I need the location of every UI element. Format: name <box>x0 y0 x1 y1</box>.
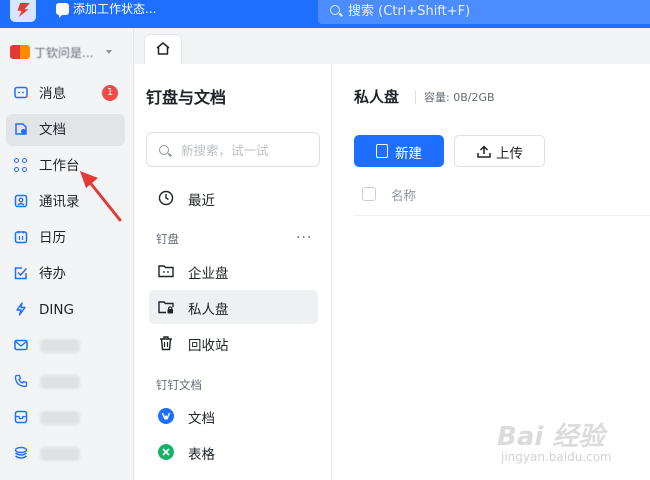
sidebar-item-mail[interactable] <box>6 330 125 362</box>
trash-icon <box>160 336 172 351</box>
docs-item-label: 表格 <box>188 447 215 463</box>
sidebar-item-contacts[interactable]: 通讯录 <box>6 186 125 218</box>
sidebar-item-label: 日历 <box>39 230 66 246</box>
docs-item-label: 企业盘 <box>188 266 229 282</box>
docs-item-label: 私人盘 <box>188 302 229 318</box>
mail-icon <box>14 339 28 351</box>
column-header-name[interactable]: 名称 <box>391 185 416 204</box>
sidebar-item-box[interactable] <box>6 402 125 434</box>
sidebar-item-ding[interactable]: DING <box>6 294 125 326</box>
docs-item-doc[interactable]: 文档 <box>149 399 318 433</box>
phone-icon <box>14 374 28 388</box>
docs-item-recent[interactable]: 最近 <box>149 181 318 215</box>
lightning-icon <box>16 302 26 316</box>
blurred-label <box>40 447 80 461</box>
blurred-label <box>40 339 80 353</box>
docs-item-private[interactable]: 私人盘 <box>149 290 318 324</box>
sidebar-item-label: 文档 <box>39 122 66 138</box>
docs-item-sheet[interactable]: 表格 <box>149 435 318 469</box>
box-icon <box>14 410 28 424</box>
section-header-docs: 钉钉文档 <box>156 378 202 392</box>
sidebar-item-calendar[interactable]: 日历 <box>6 222 125 254</box>
docs-item-enterprise[interactable]: 企业盘 <box>149 254 318 288</box>
clock-icon <box>158 190 174 206</box>
org-switcher[interactable]: 丁钦问是... <box>10 42 125 64</box>
document-icon <box>15 123 27 135</box>
tab-bar <box>134 28 650 64</box>
sidebar-item-label: 待办 <box>39 266 66 282</box>
blurred-label <box>40 411 80 425</box>
new-button-label: 新建 <box>395 146 422 162</box>
sidebar-item-label: 消息 <box>39 86 66 102</box>
chat-bubble-icon[interactable] <box>56 3 69 18</box>
title-divider <box>415 90 416 104</box>
global-search-input[interactable] <box>348 1 638 21</box>
message-icon <box>14 86 28 99</box>
sidebar-item-todo[interactable]: 待办 <box>6 258 125 290</box>
blurred-label <box>40 375 80 389</box>
app-logo-icon[interactable] <box>10 0 36 22</box>
page-title: 私人盘 <box>354 88 400 106</box>
docs-item-label: 文档 <box>188 411 215 427</box>
work-status-button[interactable]: 添加工作状态... <box>73 1 156 17</box>
docs-item-label: 最近 <box>188 193 215 209</box>
file-list-header: 名称 <box>354 184 650 216</box>
chevron-down-icon <box>106 50 112 54</box>
new-file-icon <box>376 144 388 158</box>
sidebar-item-workbench[interactable]: 工作台 <box>6 150 125 182</box>
doc-app-icon <box>158 408 174 424</box>
private-folder-icon <box>158 301 174 314</box>
watermark: Bai 经验 jingyan.baidu.com <box>497 416 647 476</box>
global-search[interactable] <box>318 0 650 24</box>
home-icon <box>156 42 170 55</box>
panel-title: 钉盘与文档 <box>146 88 227 107</box>
search-icon <box>330 5 340 15</box>
sidebar-item-phone[interactable] <box>6 366 125 398</box>
docs-search[interactable] <box>146 132 320 167</box>
sidebar-item-docs[interactable]: 文档 <box>6 114 125 146</box>
sidebar-item-label: DING <box>39 302 74 318</box>
unread-badge: 1 <box>102 85 118 101</box>
sidebar-item-label: 通讯录 <box>39 194 80 210</box>
watermark-logo: Bai 经验 <box>497 422 605 452</box>
sidebar-item-layers[interactable] <box>6 438 125 470</box>
calendar-icon <box>14 231 28 244</box>
docs-search-input[interactable] <box>181 140 311 160</box>
watermark-url: jingyan.baidu.com <box>501 450 612 464</box>
section-header-pan: 钉盘 <box>156 232 179 246</box>
more-options-button[interactable]: ··· <box>296 230 312 246</box>
title-bar: 添加工作状态... <box>0 0 650 28</box>
sidebar-nav: 丁钦问是... 消息 1 文档 工作台 通讯录 日历 待办 DING <box>0 28 134 480</box>
upload-icon <box>477 145 491 158</box>
docs-item-label: 回收站 <box>188 338 229 354</box>
select-all-checkbox[interactable] <box>362 187 376 201</box>
storage-capacity: 容量: 0B/2GB <box>424 91 495 104</box>
contacts-icon <box>14 194 28 208</box>
new-button[interactable]: 新建 <box>354 135 444 167</box>
docs-panel: 钉盘与文档 最近 钉盘 ··· 企业盘 私人盘 回收站 钉钉文档 文档 表格 <box>134 64 332 480</box>
upload-button-label: 上传 <box>496 146 523 162</box>
sheet-app-icon <box>158 444 174 460</box>
grid-apps-icon <box>14 158 28 172</box>
sidebar-item-messages[interactable]: 消息 1 <box>6 78 125 110</box>
upload-button[interactable]: 上传 <box>454 135 545 167</box>
org-name: 丁钦问是... <box>34 46 94 60</box>
tab-home[interactable] <box>144 34 182 64</box>
enterprise-folder-icon <box>158 265 174 278</box>
docs-item-trash[interactable]: 回收站 <box>149 326 318 360</box>
sidebar-item-label: 工作台 <box>39 158 80 174</box>
layers-icon <box>14 446 28 459</box>
todo-check-icon <box>14 267 28 280</box>
org-avatar <box>10 45 30 59</box>
search-icon <box>159 145 169 155</box>
